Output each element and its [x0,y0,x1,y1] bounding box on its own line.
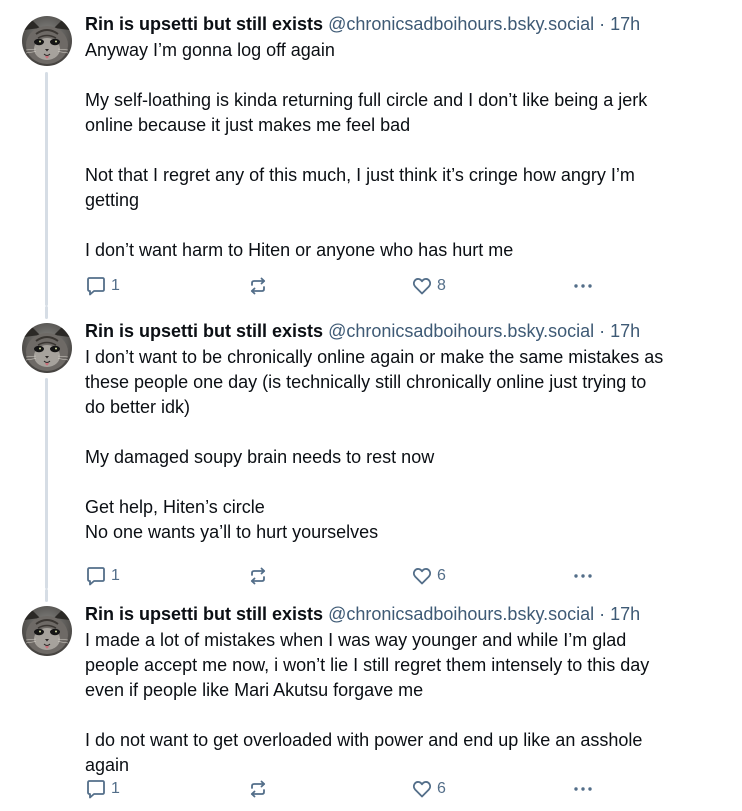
cat-avatar-image [22,606,72,656]
post-paragraph: Get help, Hiten’s circle No one wants ya’… [85,495,724,545]
more-options-button[interactable] [572,777,594,801]
display-name[interactable]: Rin is upsetti but still exists [85,321,323,341]
avatar[interactable] [22,16,72,66]
reply-count: 1 [111,567,120,584]
post-text-line: online because it just makes me feel bad [85,115,411,135]
repost-arrows-icon [250,567,266,585]
post-content: Rin is upsetti but still exists @chronic… [85,318,724,545]
post-content: Rin is upsetti but still exists @chronic… [85,601,724,778]
display-name[interactable]: Rin is upsetti but still exists [85,14,323,34]
reply-count: 1 [111,277,120,294]
timestamp[interactable]: 17h [610,604,640,624]
post-actions: 1 6 [85,777,625,801]
post-text: I don’t want to be chronically online ag… [85,345,724,545]
post-paragraph: Anyway I’m gonna log off again [85,38,724,63]
thread-feed: Rin is upsetti but still exists @chronic… [0,0,742,811]
reply-button[interactable]: 1 [85,777,120,801]
reply-button[interactable]: 1 [85,564,120,588]
cat-avatar-image [22,16,72,66]
repost-arrows-icon [250,277,266,295]
post-text-line: My damaged soupy brain needs to rest now [85,447,435,467]
post-text-line: Get help, Hiten’s circle [85,497,265,517]
post-paragraph: My self-loathing is kinda returning full… [85,88,724,138]
separator-dot: · [599,604,606,624]
like-button[interactable]: 6 [411,564,446,588]
thread-connector-top [45,306,48,319]
post-text-line: do better idk) [85,397,191,417]
repost-button[interactable] [247,777,269,801]
post-text-line: No one wants ya’ll to hurt yourselves [85,522,379,542]
thread-connector-top [45,589,48,602]
post-2[interactable]: Rin is upsetti but still exists @chronic… [0,306,742,589]
like-count: 6 [437,780,446,797]
post-text-line: Anyway I’m gonna log off again [85,40,335,60]
like-count: 8 [437,277,446,294]
like-button[interactable]: 6 [411,777,446,801]
heart-outline-icon [412,568,432,585]
handle[interactable]: @chronicsadboihours.bsky.social [328,14,594,34]
post-text-line: getting [85,190,140,210]
post-text-line: I don’t want to be chronically online ag… [85,347,664,367]
post-text-line: I made a lot of mistakes when I was way … [85,630,627,650]
post-1[interactable]: Rin is upsetti but still exists @chronic… [0,0,742,306]
like-button[interactable]: 8 [411,274,446,298]
speech-bubble-icon [87,567,105,586]
post-text-line: people accept me now, i won’t lie I stil… [85,655,650,675]
repost-arrows-icon [250,780,266,798]
post-paragraph: Not that I regret any of this much, I ju… [85,163,724,213]
post-paragraph: I do not want to get overloaded with pow… [85,728,724,778]
post-paragraph: I made a lot of mistakes when I was way … [85,628,724,703]
repost-button[interactable] [247,564,269,588]
post-actions: 1 8 [85,274,625,298]
reply-count: 1 [111,780,120,797]
post-text: I made a lot of mistakes when I was way … [85,628,724,778]
like-count: 6 [437,567,446,584]
separator-dot: · [599,321,606,341]
ellipsis-icon [574,574,592,578]
post-text-line: I don’t want harm to Hiten or anyone who… [85,240,514,260]
thread-connector [45,378,48,589]
handle[interactable]: @chronicsadboihours.bsky.social [328,604,594,624]
post-paragraph: I don’t want harm to Hiten or anyone who… [85,238,724,263]
post-text-line: again [85,755,130,775]
post-header: Rin is upsetti but still exists @chronic… [85,601,724,627]
post-text-line: Not that I regret any of this much, I ju… [85,165,635,185]
speech-bubble-icon [87,780,105,799]
post-text: Anyway I’m gonna log off again My self-lo… [85,38,724,263]
timestamp[interactable]: 17h [610,321,640,341]
heart-outline-icon [412,781,432,798]
post-text-line: these people one day (is technically sti… [85,372,647,392]
ellipsis-icon [574,787,592,791]
post-paragraph: I don’t want to be chronically online ag… [85,345,724,420]
repost-button[interactable] [247,274,269,298]
post-paragraph: My damaged soupy brain needs to rest now [85,445,724,470]
post-content: Rin is upsetti but still exists @chronic… [85,11,724,263]
cat-avatar-image [22,323,72,373]
display-name[interactable]: Rin is upsetti but still exists [85,604,323,624]
post-text-line: I do not want to get overloaded with pow… [85,730,643,750]
handle[interactable]: @chronicsadboihours.bsky.social [328,321,594,341]
post-text-line: My self-loathing is kinda returning full… [85,90,648,110]
more-options-button[interactable] [572,274,594,298]
heart-outline-icon [412,278,432,295]
separator-dot: · [599,14,606,34]
post-text-line: even if people like Mari Akutsu forgave … [85,680,424,700]
timestamp[interactable]: 17h [610,14,640,34]
speech-bubble-icon [87,277,105,296]
ellipsis-icon [574,284,592,288]
avatar[interactable] [22,606,72,656]
post-header: Rin is upsetti but still exists @chronic… [85,11,724,37]
post-3[interactable]: Rin is upsetti but still exists @chronic… [0,589,742,811]
more-options-button[interactable] [572,564,594,588]
avatar[interactable] [22,323,72,373]
thread-connector [45,72,48,306]
post-header: Rin is upsetti but still exists @chronic… [85,318,724,344]
post-actions: 1 6 [85,564,625,588]
reply-button[interactable]: 1 [85,274,120,298]
